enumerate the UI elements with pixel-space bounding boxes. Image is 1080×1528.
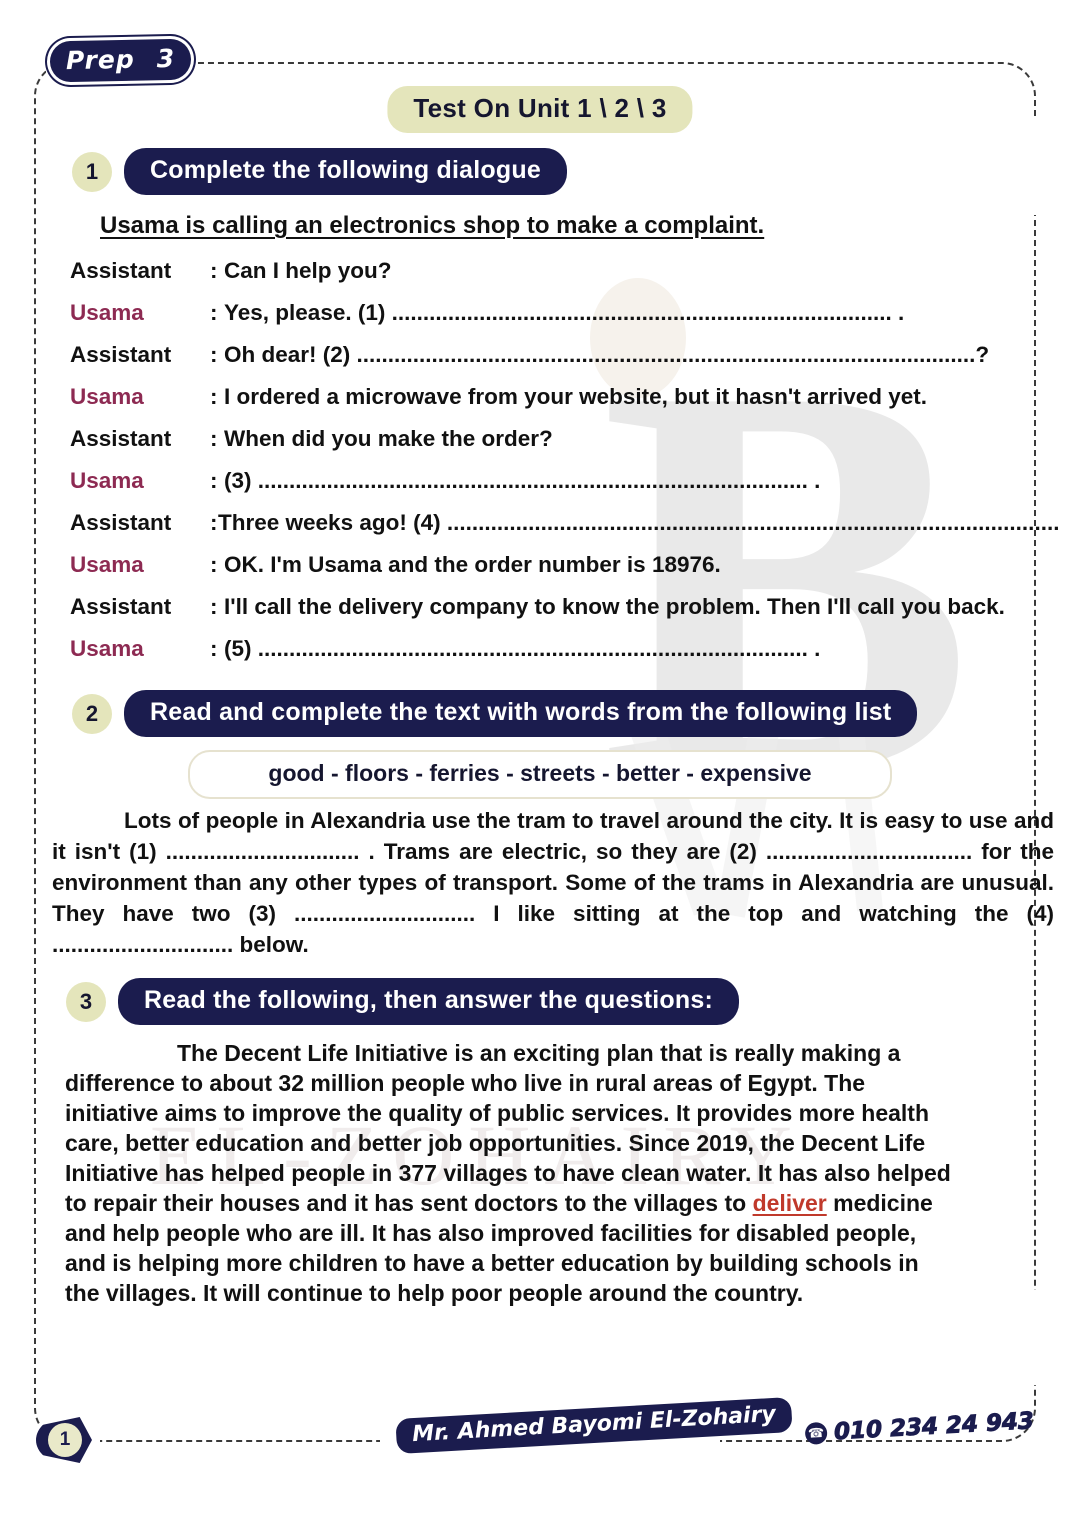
dialogue-text[interactable]: Yes, please. (1) .......................… bbox=[224, 300, 1060, 326]
prep-number: 3 bbox=[156, 43, 176, 74]
section-header-1: 1 Complete the following dialogue bbox=[72, 148, 567, 195]
dialogue-text: When did you make the order? bbox=[224, 426, 553, 451]
dialogue-colon: : bbox=[210, 552, 218, 577]
dialogue-row: Assistant : Oh dear! (2) ...............… bbox=[70, 342, 1060, 384]
dialogue-colon: : bbox=[210, 510, 218, 535]
passage-three: The Decent Life Initiative is an excitin… bbox=[65, 1038, 955, 1308]
page-title: Test On Unit 1 \ 2 \ 3 bbox=[387, 86, 693, 133]
dialogue-speaker: Assistant bbox=[70, 510, 172, 535]
dialogue-row: Usama : (3) ............................… bbox=[70, 468, 1060, 510]
dialogue-speaker: Assistant bbox=[70, 258, 172, 283]
teacher-phone-number: 010 234 24 943 bbox=[832, 1407, 1035, 1445]
footer-signature: Mr. Ahmed Bayomi El-Zohairy ☎ 010 234 24… bbox=[395, 1396, 1035, 1455]
dialogue-text[interactable]: (3) ....................................… bbox=[224, 468, 1060, 494]
dialogue-colon: : bbox=[210, 594, 218, 619]
dialogue-colon: : bbox=[210, 468, 218, 493]
section-number-2: 2 bbox=[72, 693, 112, 734]
teacher-name: Mr. Ahmed Bayomi El-Zohairy bbox=[395, 1396, 793, 1455]
dialogue-row: Assistant : Three weeks ago! (4) .......… bbox=[70, 510, 1060, 552]
prep-label: Prep bbox=[65, 44, 136, 76]
prep-badge: Prep 3 bbox=[49, 38, 192, 83]
dialogue-row: Usama : (5) ............................… bbox=[70, 636, 1060, 678]
word-bank: good - floors - ferries - streets - bett… bbox=[188, 750, 892, 799]
dialogue-list: Assistant : Can I help you? Usama : Yes,… bbox=[70, 258, 1060, 678]
dialogue-text: I ordered a microwave from your website,… bbox=[224, 384, 928, 409]
passage-two-text: Lots of people in Alexandria use the tra… bbox=[52, 808, 1054, 957]
dialogue-speaker: Assistant bbox=[70, 342, 172, 367]
dialogue-row: Assistant : I'll call the delivery compa… bbox=[70, 594, 1060, 636]
section-title-2: Read and complete the text with words fr… bbox=[124, 690, 918, 737]
dialogue-text: I'll call the delivery company to know t… bbox=[224, 594, 1005, 619]
dialogue-speaker: Usama bbox=[70, 384, 144, 409]
dialogue-text[interactable]: Oh dear! (2) ...........................… bbox=[224, 342, 1060, 368]
dialogue-speaker: Usama bbox=[70, 300, 144, 325]
highlighted-word-deliver: deliver bbox=[752, 1190, 827, 1216]
dialogue-colon: : bbox=[210, 342, 218, 367]
dialogue-speaker: Assistant bbox=[70, 426, 172, 451]
dialogue-speaker: Usama bbox=[70, 636, 144, 661]
section-number-3: 3 bbox=[66, 981, 106, 1022]
dialogue-text: Can I help you? bbox=[224, 258, 392, 283]
dialogue-colon: : bbox=[210, 384, 218, 409]
section-number-1: 1 bbox=[72, 151, 112, 192]
dialogue-speaker: Usama bbox=[70, 552, 144, 577]
phone-icon: ☎ bbox=[804, 1421, 828, 1445]
dialogue-text[interactable]: (5) ....................................… bbox=[224, 636, 1060, 662]
dialogue-speaker: Assistant bbox=[70, 594, 172, 619]
passage-two[interactable]: Lots of people in Alexandria use the tra… bbox=[52, 805, 1054, 960]
section-header-3: 3 Read the following, then answer the qu… bbox=[66, 978, 739, 1025]
dialogue-row: Usama : Yes, please. (1) ...............… bbox=[70, 300, 1060, 342]
dialogue-colon: : bbox=[210, 258, 218, 283]
section-title-1: Complete the following dialogue bbox=[124, 148, 567, 195]
teacher-phone-line: ☎ 010 234 24 943 bbox=[804, 1407, 1035, 1447]
dialogue-intro: Usama is calling an electronics shop to … bbox=[100, 212, 765, 239]
dialogue-row: Assistant : When did you make the order? bbox=[70, 426, 1060, 468]
section-header-2: 2 Read and complete the text with words … bbox=[72, 690, 918, 737]
dialogue-row: Assistant : Can I help you? bbox=[70, 258, 1060, 300]
page-number: 1 bbox=[48, 1423, 82, 1457]
page-number-badge: 1 bbox=[36, 1417, 92, 1463]
dialogue-colon: : bbox=[210, 426, 218, 451]
dialogue-colon: : bbox=[210, 636, 218, 661]
section-title-3: Read the following, then answer the ques… bbox=[118, 978, 739, 1025]
dialogue-colon: : bbox=[210, 300, 218, 325]
dialogue-row: Usama : I ordered a microwave from your … bbox=[70, 384, 1060, 426]
dialogue-text[interactable]: Three weeks ago! (4) ...................… bbox=[218, 510, 1060, 536]
dialogue-text: OK. I'm Usama and the order number is 18… bbox=[224, 552, 721, 577]
dialogue-row: Usama : OK. I'm Usama and the order numb… bbox=[70, 552, 1060, 594]
dialogue-speaker: Usama bbox=[70, 468, 144, 493]
